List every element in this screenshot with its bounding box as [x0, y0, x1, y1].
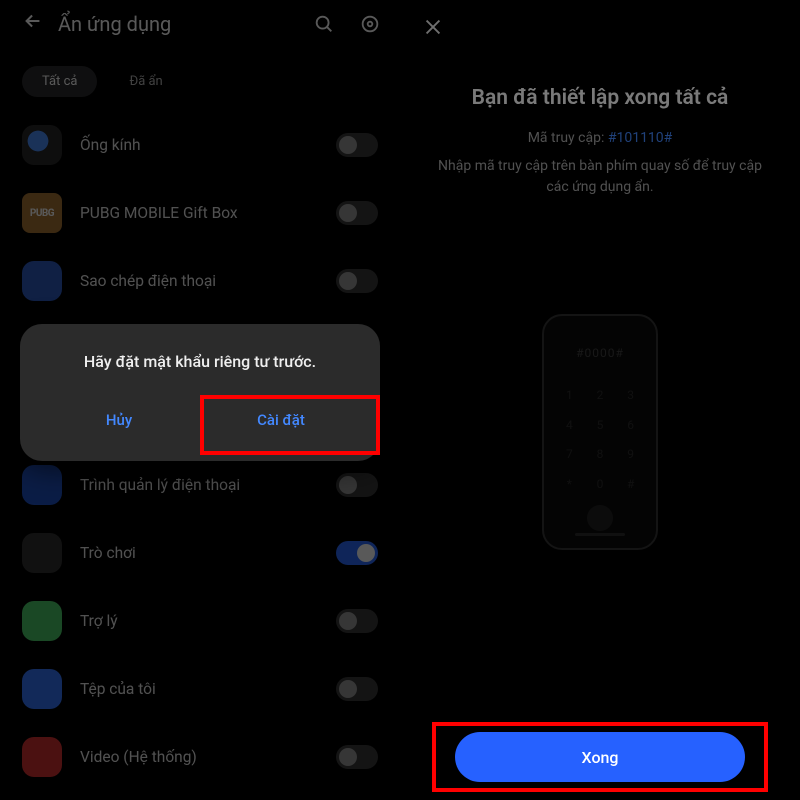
- cancel-button[interactable]: Hủy: [38, 397, 200, 443]
- app-icon: [22, 601, 62, 641]
- app-icon: [22, 125, 62, 165]
- search-icon[interactable]: [312, 12, 336, 36]
- app-icon: [22, 737, 62, 777]
- app-row: Trình quản lý điện thoại: [8, 451, 392, 519]
- app-icon: [22, 261, 62, 301]
- app-icon: [22, 465, 62, 505]
- app-label: PUBG MOBILE Gift Box: [80, 204, 336, 222]
- settings-button[interactable]: Cài đặt: [200, 397, 362, 443]
- app-icon: [22, 533, 62, 573]
- access-code-label: Mã truy cập:: [528, 130, 605, 146]
- app-toggle[interactable]: [336, 201, 378, 225]
- dialog-message: Hãy đặt mật khẩu riêng tư trước.: [38, 352, 362, 371]
- dialer-illustration: #0000# 123 456 789 *0#: [542, 314, 658, 550]
- done-wrap: Xong: [440, 732, 760, 782]
- app-row: Tệp của tôi: [8, 655, 392, 723]
- app-row: Ống kính: [8, 111, 392, 179]
- app-icon: PUBG: [22, 193, 62, 233]
- setup-complete-pane: Bạn đã thiết lập xong tất cả Mã truy cập…: [400, 0, 800, 800]
- back-icon[interactable]: [12, 0, 54, 49]
- app-toggle[interactable]: [336, 473, 378, 497]
- app-row: PUBG PUBG MOBILE Gift Box: [8, 179, 392, 247]
- access-code-value: #101110#: [608, 130, 672, 146]
- settings-icon[interactable]: [358, 12, 382, 36]
- tab-hidden[interactable]: Đã ẩn: [109, 66, 182, 97]
- app-row: Trợ lý: [8, 587, 392, 655]
- app-label: Trình quản lý điện thoại: [80, 476, 336, 494]
- access-code-line: Mã truy cập: #101110#: [400, 130, 800, 146]
- close-icon[interactable]: [422, 16, 444, 44]
- access-code-description: Nhập mã truy cập trên bàn phím quay số đ…: [400, 156, 800, 198]
- dialer-keypad: 123 456 789 *0#: [554, 380, 646, 499]
- app-label: Tệp của tôi: [80, 680, 336, 698]
- tab-all[interactable]: Tất cả: [22, 66, 97, 97]
- app-row: Trò chơi: [8, 519, 392, 587]
- complete-heading: Bạn đã thiết lập xong tất cả: [400, 86, 800, 110]
- app-toggle[interactable]: [336, 269, 378, 293]
- app-label: Ống kính: [80, 136, 336, 154]
- dial-icon: [587, 505, 613, 531]
- app-row: Sao chép điện thoại: [8, 247, 392, 315]
- app-icon: [22, 669, 62, 709]
- app-toggle[interactable]: [336, 609, 378, 633]
- home-indicator: [575, 533, 625, 536]
- app-label: Video (Hệ thống): [80, 748, 336, 766]
- app-label: Sao chép điện thoại: [80, 272, 336, 290]
- page-title: Ẩn ứng dụng: [58, 12, 312, 36]
- hidden-apps-pane: Ẩn ứng dụng Tất cả Đã ẩn Ống kínhPUBGPUB…: [0, 0, 400, 800]
- app-row: Video (Hệ thống): [8, 723, 392, 791]
- app-toggle[interactable]: [336, 745, 378, 769]
- privacy-password-dialog: Hãy đặt mật khẩu riêng tư trước. Hủy Cài…: [20, 324, 380, 461]
- done-button[interactable]: Xong: [455, 732, 745, 782]
- left-header: Ẩn ứng dụng: [0, 0, 400, 48]
- app-toggle[interactable]: [336, 677, 378, 701]
- app-label: Trò chơi: [80, 544, 336, 562]
- app-toggle[interactable]: [336, 133, 378, 157]
- app-toggle[interactable]: [336, 541, 378, 565]
- app-label: Trợ lý: [80, 612, 336, 630]
- filter-tabs: Tất cả Đã ẩn: [0, 48, 400, 111]
- dialer-display: #0000#: [554, 326, 646, 380]
